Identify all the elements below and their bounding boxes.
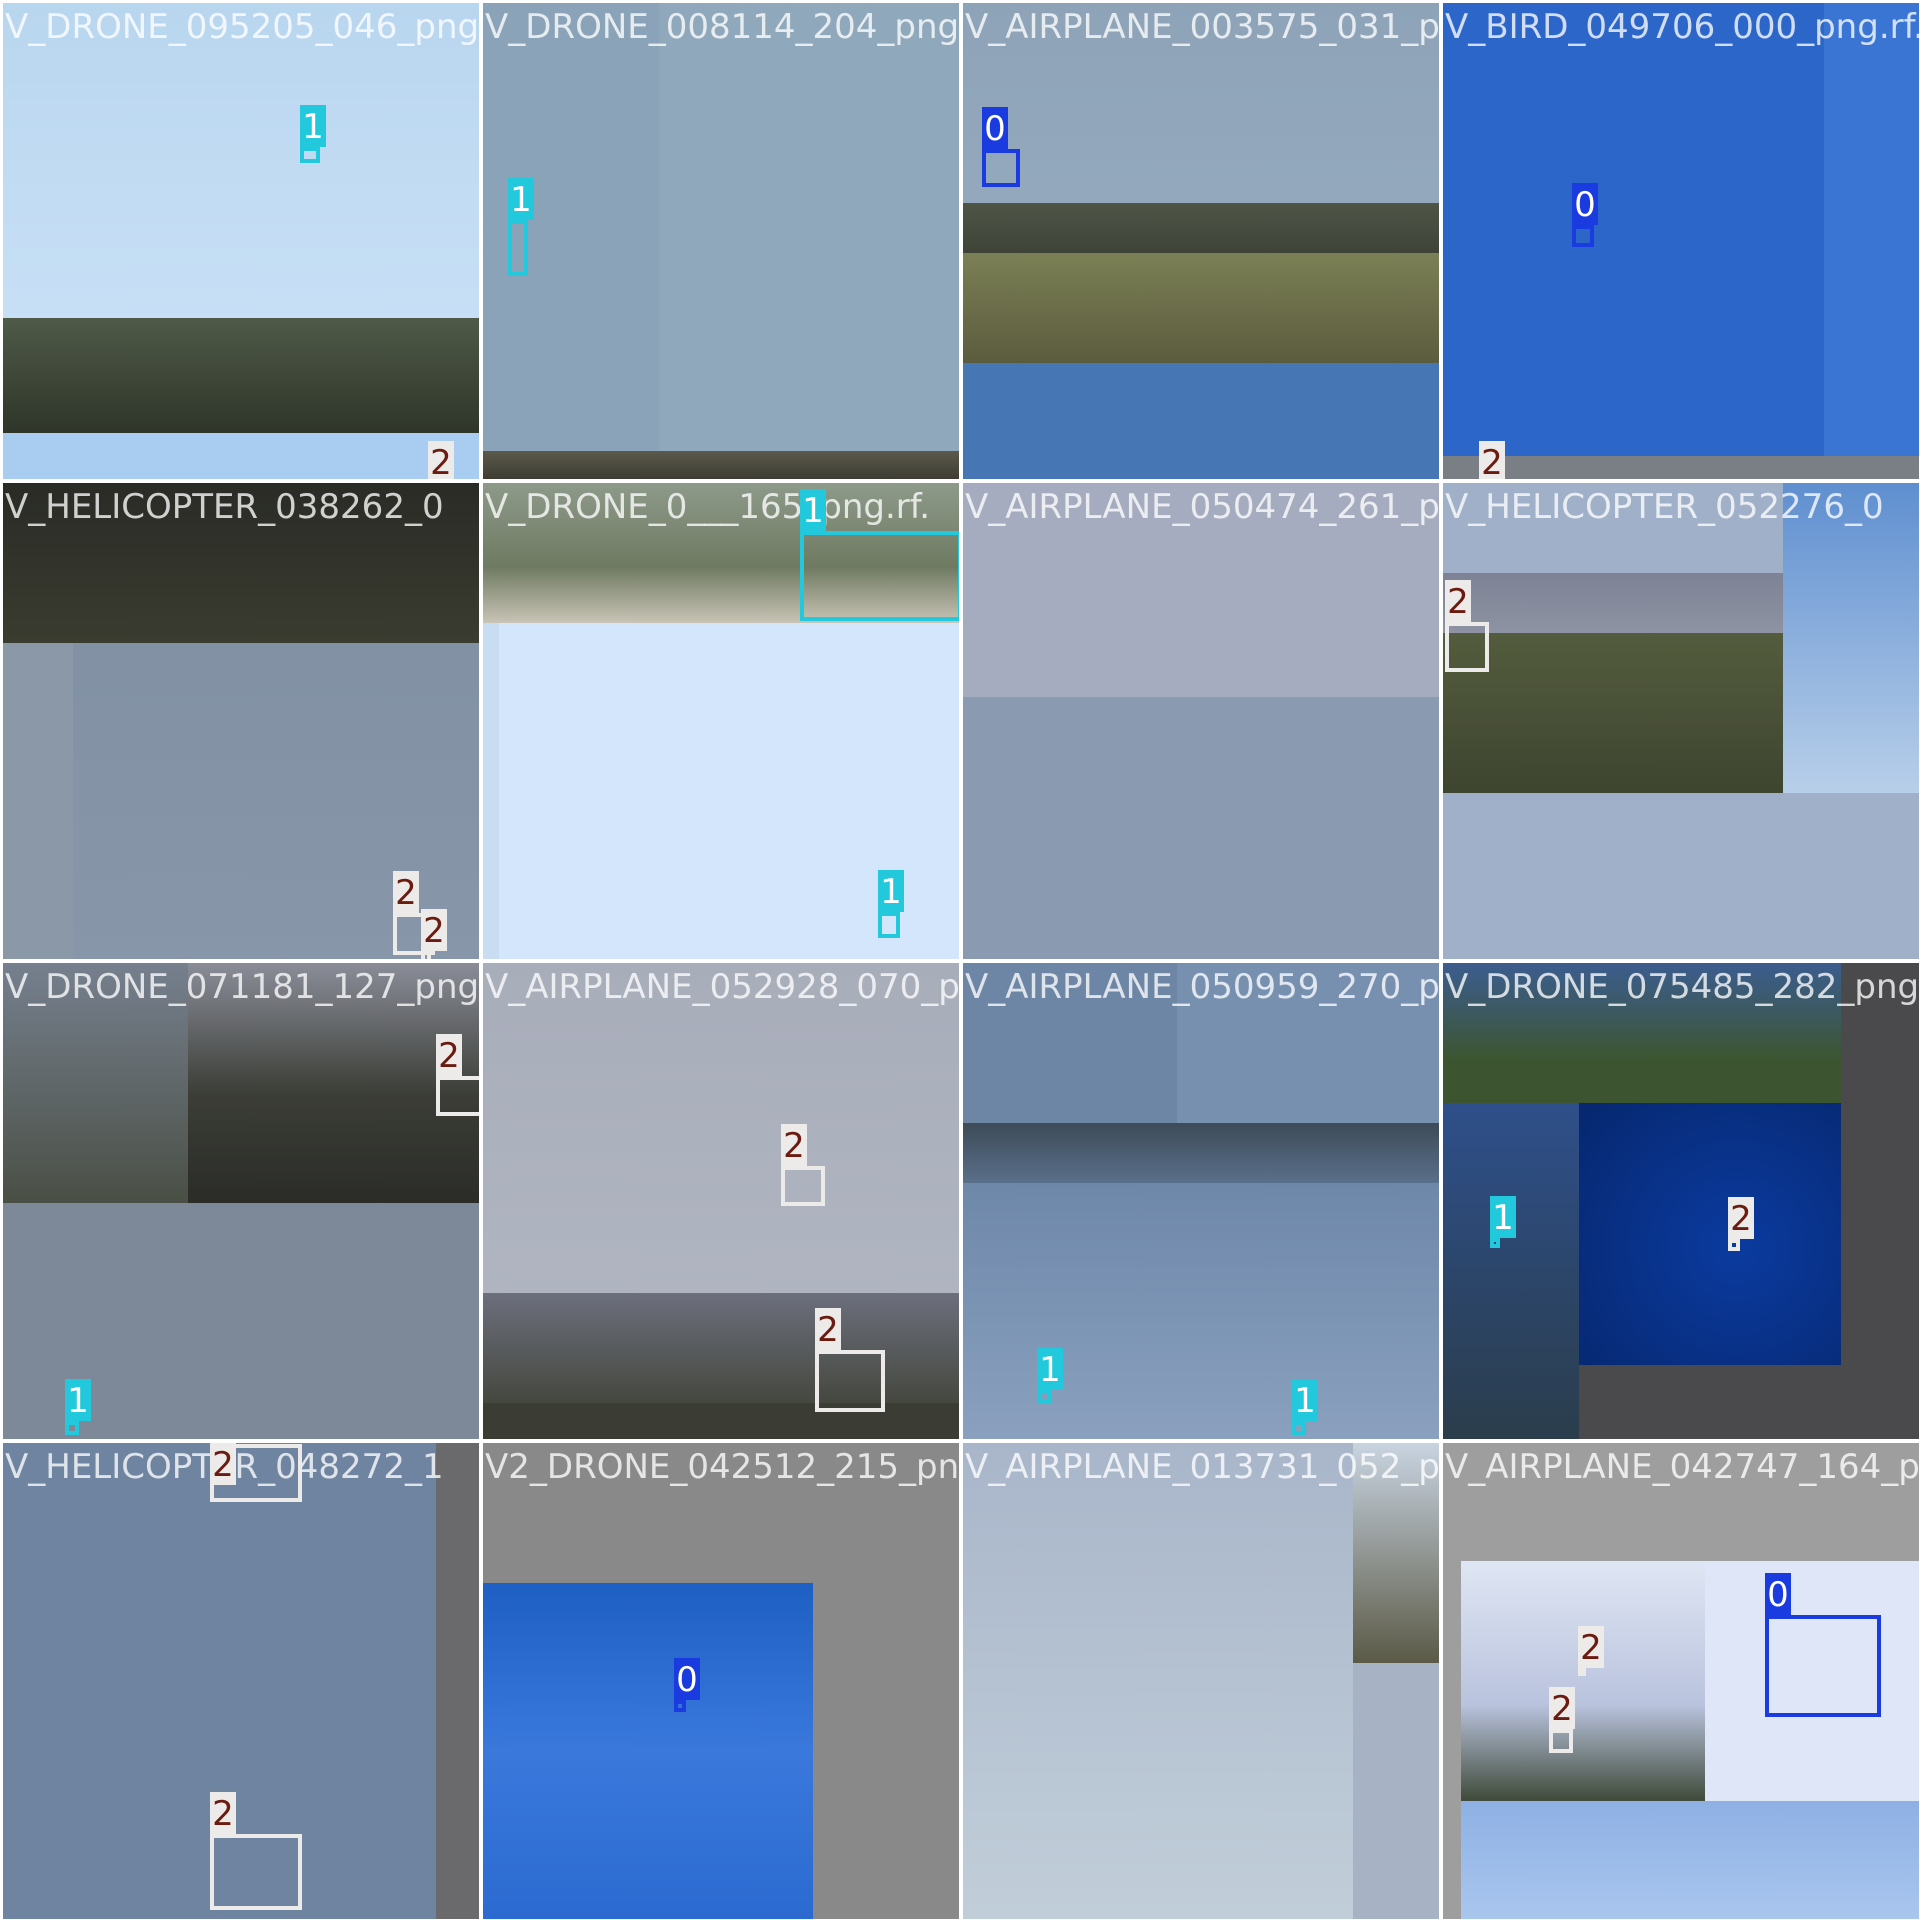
- mosaic-tile: V_BIRD_049706_000_png.rf. 0 2: [1443, 3, 1919, 479]
- tile-image-region: [483, 1403, 959, 1439]
- mosaic-tile: V_AIRPLANE_050474_261_png.rf.: [963, 483, 1439, 959]
- tile-image-region: [963, 1123, 1439, 1183]
- mosaic-tile: V_AIRPLANE_013731_052_png.rf.: [963, 1443, 1439, 1919]
- tile-image-region: [963, 363, 1439, 479]
- detection-class-label: 2: [1549, 1687, 1575, 1729]
- tile-image-region: [483, 623, 499, 959]
- detection-box: [300, 147, 320, 163]
- detection-class-label: 0: [1765, 1573, 1791, 1615]
- detection-box: [508, 220, 528, 276]
- tile-image-region: [1461, 1801, 1919, 1919]
- mosaic-tile: V_DRONE_095205_046_png.rf. 1 2: [3, 3, 479, 479]
- tile-image-region: [1579, 1103, 1841, 1365]
- tile-image-region: [1783, 483, 1919, 793]
- mosaic-tile: V_AIRPLANE_042747_164_png.rf.022: [1443, 1443, 1919, 1919]
- mosaic-tile: V_DRONE_071181_127_png.rf. 2 1: [3, 963, 479, 1439]
- tile-image-region: [1461, 1561, 1705, 1801]
- detection-box: [1728, 1239, 1740, 1251]
- detection-box: [982, 149, 1020, 187]
- detection-class-label: 0: [1572, 183, 1598, 225]
- detection-box: [1765, 1615, 1881, 1717]
- detection-class-label: 2: [1445, 580, 1471, 622]
- tile-image-region: [1443, 633, 1783, 793]
- tile-image-region: [3, 643, 73, 959]
- detection-class-label: 2: [815, 1308, 841, 1350]
- mosaic-tile: V_HELICOPTER_052276_0 2: [1443, 483, 1919, 959]
- detection-box: [878, 912, 900, 938]
- tile-image-region: [1443, 456, 1919, 479]
- detection-class-label: 1: [300, 105, 326, 147]
- detection-box: [210, 1834, 302, 1910]
- detection-class-label: 0: [982, 107, 1008, 149]
- detection-class-label: 1: [65, 1379, 91, 1421]
- tile-image-region: [1353, 1663, 1439, 1919]
- tile-image-region: [1443, 573, 1783, 633]
- tile-image-region: [483, 1583, 813, 1919]
- mosaic-tile: V_AIRPLANE_003575_031_png.rf.0: [963, 3, 1439, 479]
- tile-image-region: [963, 1183, 1439, 1439]
- tile-image-region: [483, 1293, 959, 1403]
- detection-box: [1572, 225, 1594, 247]
- tile-image-region: [3, 433, 479, 479]
- tile-image-region: [3, 963, 188, 1203]
- detection-box: [674, 1700, 686, 1712]
- detection-box: [1445, 622, 1489, 672]
- detection-box: [1037, 1390, 1051, 1404]
- mosaic-tile: V_DRONE_008114_204_png.rf.d8e69e0c3ab4d1: [483, 3, 959, 479]
- detection-box: [1578, 1668, 1586, 1676]
- detection-box: [436, 1076, 479, 1116]
- mosaic-tile: V_HELICOPTER_038262_0 2 2: [3, 483, 479, 959]
- tile-image: [483, 3, 959, 479]
- tile-image-region: [3, 318, 479, 438]
- detection-class-label: 1: [1292, 1379, 1318, 1421]
- detection-box: [1292, 1421, 1306, 1435]
- detection-box: [421, 951, 431, 959]
- mosaic-tile: V_HELICOPTER_048272_122: [3, 1443, 479, 1919]
- detection-class-label: 1: [1037, 1348, 1063, 1390]
- detection-class-label: 1: [800, 489, 826, 531]
- image-mosaic: V_DRONE_095205_046_png.rf. 1 2 V_DRONE_0081…: [0, 0, 1920, 1920]
- tile-image-region: [483, 451, 959, 479]
- detection-class-label: 1: [1490, 1196, 1516, 1238]
- mosaic-tile: V_AIRPLANE_050959_270_png.rf.11: [963, 963, 1439, 1439]
- detection-class-label: 2: [421, 909, 447, 951]
- detection-box: [65, 1421, 79, 1435]
- detection-class-label: 0: [674, 1658, 700, 1700]
- tile-image: [963, 483, 1439, 959]
- mosaic-tile: V2_DRONE_042512_215_png.rf.0: [483, 1443, 959, 1919]
- tile-image-region: [1443, 963, 1841, 1103]
- detection-class-label: 2: [1479, 441, 1505, 479]
- mosaic-tile: V_DRONE_075485_282_png.rf. 1 2: [1443, 963, 1919, 1439]
- tile-image: [1443, 3, 1919, 479]
- detection-class-label: 1: [878, 870, 904, 912]
- detection-class-label: 2: [1578, 1626, 1604, 1668]
- detection-box: [781, 1166, 825, 1206]
- detection-class-label: 2: [210, 1443, 236, 1485]
- detection-class-label: 2: [393, 871, 419, 913]
- detection-class-label: 1: [508, 178, 534, 220]
- detection-class-label: 2: [210, 1792, 236, 1834]
- detection-class-label: 2: [436, 1034, 462, 1076]
- detection-class-label: 2: [1728, 1197, 1754, 1239]
- detection-class-label: 2: [781, 1124, 807, 1166]
- detection-box: [815, 1350, 885, 1412]
- detection-class-label: 2: [428, 441, 454, 479]
- tile-image-region: [1443, 1103, 1579, 1439]
- detection-box: [800, 531, 959, 621]
- mosaic-tile: V_AIRPLANE_052928_070_png.rf.22: [483, 963, 959, 1439]
- tile-image-region: [963, 253, 1439, 363]
- tile-image-region: [3, 483, 479, 643]
- detection-box: [1549, 1729, 1573, 1753]
- mosaic-tile: V_DRONE_0___165_png.rf. 1 1: [483, 483, 959, 959]
- detection-box: [1490, 1238, 1500, 1248]
- tile-image-region: [1353, 1443, 1439, 1663]
